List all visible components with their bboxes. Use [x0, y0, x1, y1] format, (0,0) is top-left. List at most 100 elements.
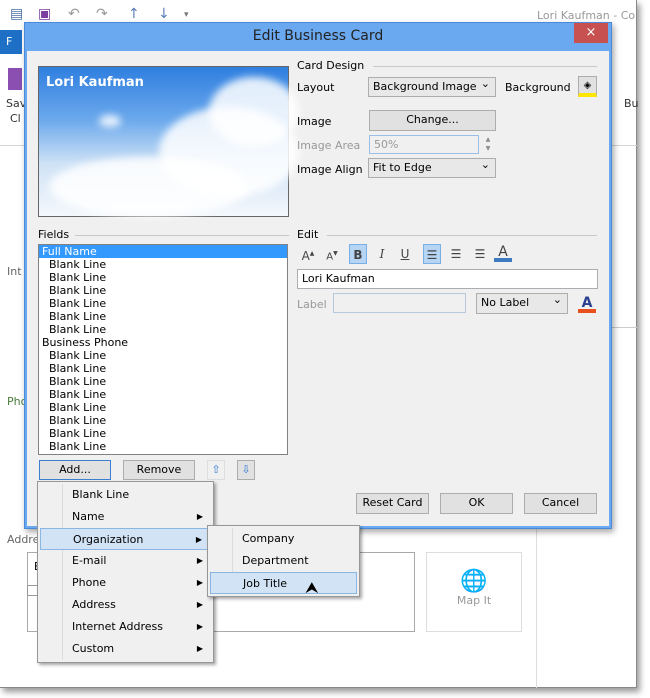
menu-item-label: Custom — [72, 642, 115, 655]
label-position-select[interactable]: No Label — [476, 291, 568, 314]
menu-item[interactable]: Job Title — [210, 572, 357, 594]
change-image-button[interactable]: Change... — [369, 110, 496, 131]
italic-button[interactable]: I — [373, 244, 391, 264]
menu-item-label: Address — [72, 598, 116, 611]
submenu-arrow-icon: ▶ — [196, 578, 203, 587]
add-field-menu: Blank Line Name ▶ Organization ▶ E-mail ▶ Phone… — [37, 481, 214, 663]
address-label: Addre — [7, 533, 40, 546]
font-color-button[interactable]: A — [494, 242, 512, 262]
submenu-arrow-icon: ▶ — [195, 535, 202, 544]
close-button[interactable]: × — [574, 23, 608, 43]
map-it-button[interactable]: 🌐 Map It — [426, 552, 522, 632]
menu-item[interactable]: Department — [210, 550, 357, 572]
label-label: Label — [297, 298, 327, 311]
map-it-label: Map It — [456, 594, 492, 607]
ok-button[interactable]: OK — [440, 493, 513, 514]
field-list-item[interactable]: Blank Line — [39, 297, 287, 310]
menu-item[interactable]: Company — [210, 528, 357, 550]
image-area-input[interactable]: 50% — [369, 135, 479, 154]
undo-icon[interactable]: ↶ — [68, 6, 80, 22]
save-icon[interactable]: ▣ — [38, 6, 51, 22]
customize-qat-icon[interactable]: ▾ — [184, 10, 189, 20]
menu-item[interactable]: Address ▶ — [40, 594, 211, 616]
submenu-arrow-icon: ▶ — [196, 644, 203, 653]
mouse-cursor-icon: ⮝ — [305, 578, 319, 597]
field-list-item[interactable]: Blank Line — [39, 323, 287, 336]
field-list-item[interactable]: Blank Line — [39, 310, 287, 323]
menu-item-label: Blank Line — [72, 488, 130, 501]
background-label: Background — [505, 81, 571, 94]
menu-item-label: E-mail — [72, 554, 107, 567]
menu-item-label: Name — [72, 510, 105, 523]
menu-item[interactable]: Internet Address ▶ — [40, 616, 211, 638]
field-list-item[interactable]: Blank Line — [39, 440, 287, 453]
field-list-item[interactable]: Blank Line — [39, 401, 287, 414]
field-text-input[interactable]: Lori Kaufman — [297, 269, 598, 289]
menu-item[interactable]: Phone ▶ — [40, 572, 211, 594]
field-list-item[interactable]: Blank Line — [39, 271, 287, 284]
move-down-icon[interactable]: ⇩ — [237, 460, 255, 480]
menu-item[interactable]: Organization ▶ — [40, 528, 211, 550]
field-list-item[interactable]: Blank Line — [39, 375, 287, 388]
down-arrow-icon[interactable]: ↓ — [158, 6, 170, 22]
submenu-arrow-icon: ▶ — [196, 600, 203, 609]
save-close-icon — [8, 68, 22, 90]
move-up-icon[interactable]: ⇧ — [207, 460, 225, 480]
field-list-item[interactable]: Blank Line — [39, 427, 287, 440]
menu-item[interactable]: E-mail ▶ — [40, 550, 211, 572]
paint-bucket-icon[interactable]: ◈ — [578, 76, 597, 97]
redo-icon[interactable]: ↷ — [96, 6, 108, 22]
image-area-spinner[interactable]: ▲ ▼ — [482, 135, 494, 154]
field-list-item[interactable]: Blank Line — [39, 349, 287, 362]
dialog-title: Edit Business Card — [252, 28, 384, 44]
submenu-arrow-icon: ▶ — [196, 556, 203, 565]
image-align-label: Image Align — [297, 163, 363, 176]
field-list-item[interactable]: Blank Line — [39, 388, 287, 401]
align-left-icon[interactable]: ☰ — [423, 244, 441, 264]
align-center-icon[interactable]: ☰ — [447, 244, 465, 264]
add-field-button[interactable]: Add... — [39, 460, 111, 480]
image-area-label: Image Area — [297, 139, 361, 152]
bold-button[interactable]: B — [349, 244, 367, 264]
field-list-item[interactable]: Blank Line — [39, 284, 287, 297]
save-close-label-2[interactable]: Cl — [10, 112, 21, 125]
cancel-button[interactable]: Cancel — [524, 493, 597, 514]
align-right-icon[interactable]: ☰ — [471, 244, 489, 264]
card-design-heading: Card Design — [297, 59, 365, 72]
image-label: Image — [297, 115, 332, 128]
organization-submenu: Company Department Job Title — [207, 525, 360, 597]
card-name: Lori Kaufman — [46, 75, 144, 90]
shrink-font-icon[interactable]: A▼ — [323, 244, 341, 264]
field-list-item[interactable]: Business Phone — [39, 336, 287, 349]
submenu-arrow-icon: ▶ — [196, 622, 203, 631]
window-title: Lori Kaufman - Co — [537, 9, 636, 22]
grow-font-icon[interactable]: A▲ — [299, 244, 317, 264]
field-list-item[interactable]: Blank Line — [39, 258, 287, 271]
fields-heading: Fields — [38, 228, 70, 241]
submenu-arrow-icon: ▶ — [196, 512, 203, 521]
fields-list[interactable]: Full Name Blank Line Blank Line Blank Line B… — [38, 244, 288, 455]
file-tab[interactable]: F — [0, 30, 22, 54]
menu-item-label: Department — [242, 554, 309, 567]
reset-card-button[interactable]: Reset Card — [356, 493, 429, 514]
ribbon-business-card-label[interactable]: Bu — [624, 97, 639, 110]
label-input[interactable] — [333, 293, 466, 313]
card-preview: Lori Kaufman — [38, 66, 299, 217]
label-font-color-icon[interactable]: A — [578, 293, 596, 313]
layout-label: Layout — [297, 81, 335, 94]
edit-business-card-dialog: Edit Business Card × Lori Kaufman Card D… — [24, 22, 612, 529]
field-list-item[interactable]: Blank Line — [39, 414, 287, 427]
image-align-select[interactable]: Fit to Edge — [368, 156, 496, 178]
remove-field-button[interactable]: Remove — [123, 460, 195, 480]
menu-item[interactable]: Custom ▶ — [40, 638, 211, 660]
layout-select[interactable]: Background Image — [368, 75, 496, 97]
field-list-item[interactable]: Blank Line — [39, 362, 287, 375]
menu-item-label: Job Title — [243, 577, 288, 590]
menu-item[interactable]: Blank Line — [40, 484, 211, 506]
field-list-item[interactable]: Full Name — [39, 245, 287, 258]
underline-button[interactable]: U — [396, 244, 414, 264]
up-arrow-icon[interactable]: ↑ — [128, 6, 140, 22]
menu-item[interactable]: Name ▶ — [40, 506, 211, 528]
edit-heading: Edit — [297, 228, 319, 241]
menu-item-label: Internet Address — [72, 620, 163, 633]
